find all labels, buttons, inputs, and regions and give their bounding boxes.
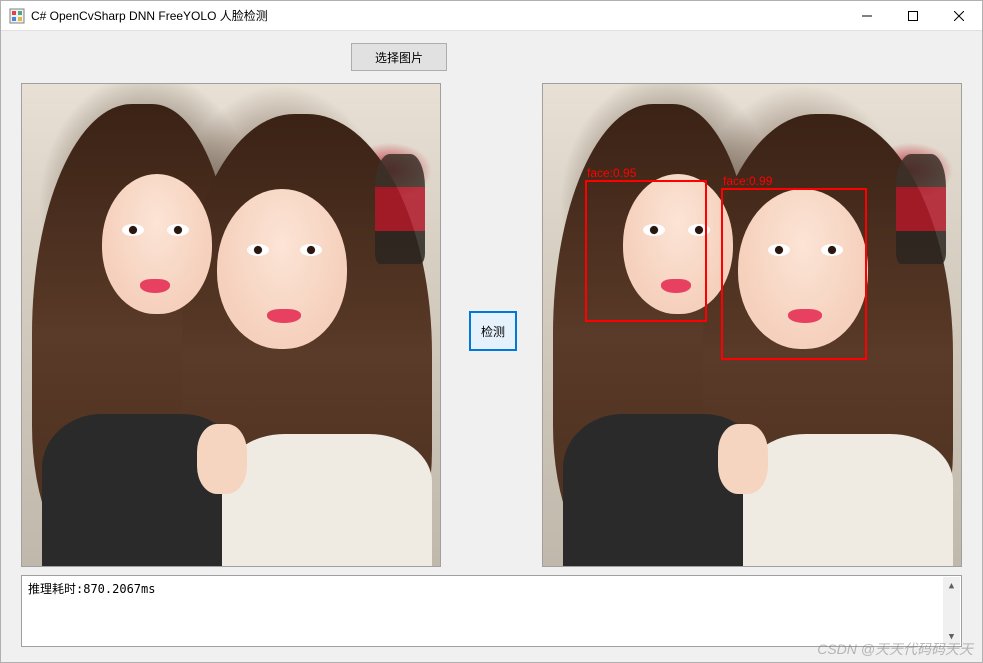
source-image-panel[interactable] bbox=[21, 83, 441, 567]
titlebar: C# OpenCvSharp DNN FreeYOLO 人脸检测 bbox=[1, 1, 982, 31]
output-textbox[interactable]: 推理耗时:870.2067ms ▲ ▼ bbox=[21, 575, 962, 647]
detection-box-0: face:0.95 bbox=[585, 180, 707, 322]
inference-time-text: 推理耗时:870.2067ms bbox=[28, 582, 155, 596]
maximize-button[interactable] bbox=[890, 1, 936, 30]
select-image-button[interactable]: 选择图片 bbox=[351, 43, 447, 71]
result-image-panel[interactable]: face:0.95face:0.99 bbox=[542, 83, 962, 567]
scrollbar[interactable]: ▲ ▼ bbox=[943, 577, 960, 645]
app-icon bbox=[9, 8, 25, 24]
detection-box-1: face:0.99 bbox=[721, 188, 867, 360]
client-area: 选择图片 检测 bbox=[1, 31, 982, 662]
window-controls bbox=[844, 1, 982, 30]
scroll-up-arrow[interactable]: ▲ bbox=[943, 577, 960, 594]
detection-label-0: face:0.95 bbox=[587, 166, 636, 180]
watermark: CSDN @天天代码码天天 bbox=[817, 639, 973, 659]
detection-label-1: face:0.99 bbox=[723, 174, 772, 188]
source-photo bbox=[22, 84, 440, 566]
minimize-button[interactable] bbox=[844, 1, 890, 30]
close-button[interactable] bbox=[936, 1, 982, 30]
detect-button[interactable]: 检测 bbox=[469, 311, 517, 351]
app-window: C# OpenCvSharp DNN FreeYOLO 人脸检测 选择图片 bbox=[0, 0, 983, 663]
window-title: C# OpenCvSharp DNN FreeYOLO 人脸检测 bbox=[31, 7, 844, 24]
